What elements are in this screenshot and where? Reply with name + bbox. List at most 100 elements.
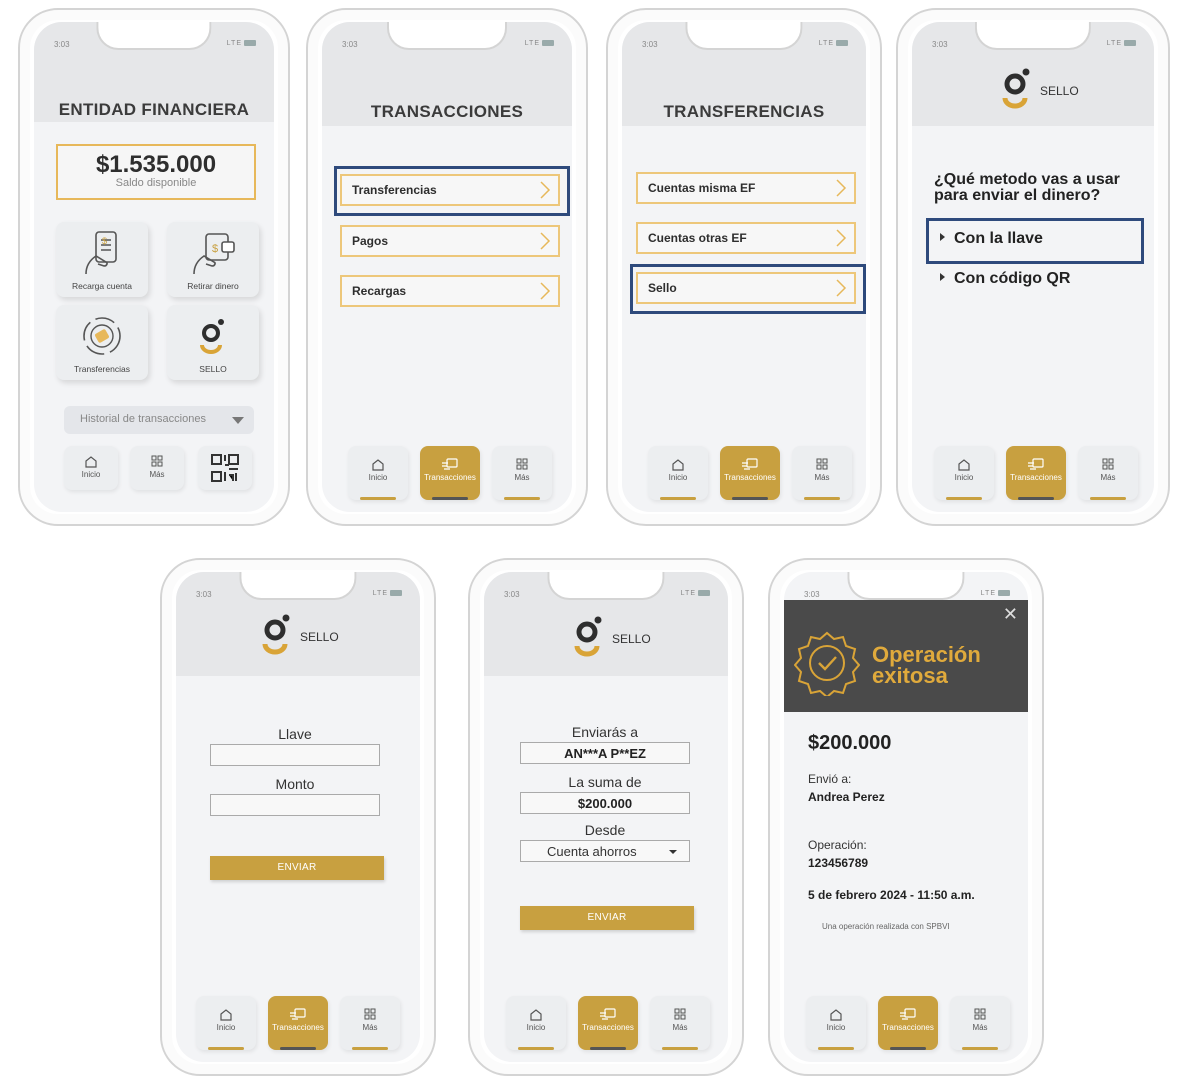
option-with-key[interactable]: Con la llave xyxy=(940,230,1043,248)
success-badge-icon xyxy=(794,631,860,696)
nav-transactions[interactable]: Transacciones xyxy=(720,446,780,500)
screen-success: 3:03 LTE ✕ Operación exitosa $200.000 En… xyxy=(784,572,1028,1062)
status-time: 3:03 xyxy=(54,40,70,49)
nav-more[interactable]: Más xyxy=(492,446,552,500)
menu-item-transferencias[interactable]: Transferencias xyxy=(340,174,560,206)
operation-value: 123456789 xyxy=(808,856,869,870)
nav-transactions[interactable]: Transacciones xyxy=(578,996,638,1050)
money-transfer-icon xyxy=(742,458,758,470)
operation-date: 5 de febrero 2024 - 11:50 a.m. xyxy=(808,888,975,902)
key-input[interactable] xyxy=(210,744,380,766)
nav-transactions[interactable]: Transacciones xyxy=(420,446,480,500)
chevron-right-icon xyxy=(836,229,847,247)
status-time: 3:03 xyxy=(804,590,820,599)
page-title: TRANSFERENCIAS xyxy=(663,102,825,121)
chevron-right-icon xyxy=(540,232,551,250)
screen-home: 3:03 LTE ENTIDAD FINANCIERA $1.535.000 S… xyxy=(34,22,274,512)
phone-bill-icon: $ xyxy=(85,231,117,275)
chevron-right-icon xyxy=(836,179,847,197)
nav-home[interactable]: Inicio xyxy=(196,996,256,1050)
home-icon xyxy=(530,1009,542,1021)
nav-more[interactable]: Más xyxy=(1078,446,1138,500)
phone-transfers: 3:03 LTE TRANSFERENCIAS Cuentas misma EF… xyxy=(606,8,882,526)
balance-label: Saldo disponible xyxy=(115,177,197,189)
tile-recharge-account[interactable]: $ Recarga cuenta xyxy=(56,222,148,297)
close-icon[interactable]: ✕ xyxy=(1003,604,1018,625)
status-time: 3:03 xyxy=(342,40,358,49)
page-title: ENTIDAD FINANCIERA xyxy=(58,100,250,119)
tile-transfers[interactable]: Transferencias xyxy=(56,305,148,380)
history-dropdown[interactable]: Historial de transacciones xyxy=(64,406,254,434)
home-icon xyxy=(220,1009,232,1021)
menu-item-sello[interactable]: Sello xyxy=(636,272,856,304)
nav-more[interactable]: Más xyxy=(130,446,184,490)
phone-success: 3:03 LTE ✕ Operación exitosa $200.000 En… xyxy=(768,558,1044,1076)
nav-more[interactable]: Más xyxy=(340,996,400,1050)
battery-icon xyxy=(390,590,402,597)
money-transfer-icon xyxy=(600,1008,616,1020)
balance-amount: $1.535.000 xyxy=(95,151,217,178)
sent-amount: $200.000 xyxy=(808,732,892,754)
menu-item-cuentas-misma-ef[interactable]: Cuentas misma EF xyxy=(636,172,856,204)
nav-transactions[interactable]: Transacciones xyxy=(1006,446,1066,500)
option-with-qr[interactable]: Con código QR xyxy=(940,270,1070,288)
home-icon xyxy=(830,1009,842,1021)
nav-home[interactable]: Inicio xyxy=(348,446,408,500)
sello-logo-icon xyxy=(200,319,224,354)
grid-icon xyxy=(1102,458,1114,470)
tile-sello[interactable]: SELLO xyxy=(167,305,259,380)
sello-brand-text: SELLO xyxy=(612,632,651,646)
amount-input[interactable] xyxy=(210,794,380,816)
caret-down-icon xyxy=(232,417,244,424)
amount-label: Monto xyxy=(275,776,315,792)
nav-more[interactable]: Más xyxy=(792,446,852,500)
grid-icon xyxy=(974,1008,986,1020)
nav-qr[interactable] xyxy=(198,446,252,490)
status-icons: LTE xyxy=(525,40,554,47)
from-account-select[interactable]: Cuenta ahorros xyxy=(520,840,690,862)
balance-card: $1.535.000 Saldo disponible xyxy=(56,144,256,200)
money-transfer-icon xyxy=(442,458,458,470)
menu-item-cuentas-otras-ef[interactable]: Cuentas otras EF xyxy=(636,222,856,254)
menu-item-pagos[interactable]: Pagos xyxy=(340,225,560,257)
recipient-label: Enviarás a xyxy=(571,724,639,740)
status-time: 3:03 xyxy=(196,590,212,599)
tile-withdraw-money[interactable]: $ Retirar dinero xyxy=(167,222,259,297)
phone-confirm: 3:03 LTE SELLO Enviarás a AN***A P**EZ L… xyxy=(468,558,744,1076)
nav-home[interactable]: Inicio xyxy=(934,446,994,500)
caret-down-icon xyxy=(669,850,677,854)
menu-item-recargas[interactable]: Recargas xyxy=(340,275,560,307)
operation-label: Operación: xyxy=(808,838,867,852)
home-icon xyxy=(372,459,384,471)
money-transfer-icon xyxy=(1028,458,1044,470)
sello-brand-text: SELLO xyxy=(1040,84,1079,98)
nav-transactions[interactable]: Transacciones xyxy=(268,996,328,1050)
qr-code-icon xyxy=(211,454,239,482)
nav-transactions[interactable]: Transacciones xyxy=(878,996,938,1050)
phone-method: 3:03 LTE SELLO ¿Qué metodo vas a usar pa… xyxy=(896,8,1170,526)
nav-more[interactable]: Más xyxy=(950,996,1010,1050)
screen-confirm: 3:03 LTE SELLO Enviarás a AN***A P**EZ L… xyxy=(484,572,728,1062)
caret-right-icon xyxy=(940,233,945,241)
sent-to-value: Andrea Perez xyxy=(808,790,885,804)
nav-more[interactable]: Más xyxy=(650,996,710,1050)
send-button[interactable]: ENVIAR xyxy=(210,856,384,880)
battery-icon xyxy=(542,40,554,47)
nav-home[interactable]: Inicio xyxy=(506,996,566,1050)
grid-icon xyxy=(816,458,828,470)
home-icon xyxy=(958,459,970,471)
status-icons: LTE xyxy=(1107,40,1136,47)
nav-home[interactable]: Inicio xyxy=(64,446,118,490)
money-transfer-icon xyxy=(290,1008,306,1020)
send-button[interactable]: ENVIAR xyxy=(520,906,694,930)
screen-method: 3:03 LTE SELLO ¿Qué metodo vas a usar pa… xyxy=(912,22,1154,512)
screen-transfers: 3:03 LTE TRANSFERENCIAS Cuentas misma EF… xyxy=(622,22,866,512)
sum-label: La suma de xyxy=(568,774,642,790)
sello-brand-text: SELLO xyxy=(300,630,339,644)
nav-home[interactable]: Inicio xyxy=(806,996,866,1050)
caret-right-icon xyxy=(940,273,945,281)
home-icon xyxy=(85,456,97,468)
wallet-hand-icon: $ xyxy=(193,233,235,275)
nav-home[interactable]: Inicio xyxy=(648,446,708,500)
battery-icon xyxy=(1124,40,1136,47)
